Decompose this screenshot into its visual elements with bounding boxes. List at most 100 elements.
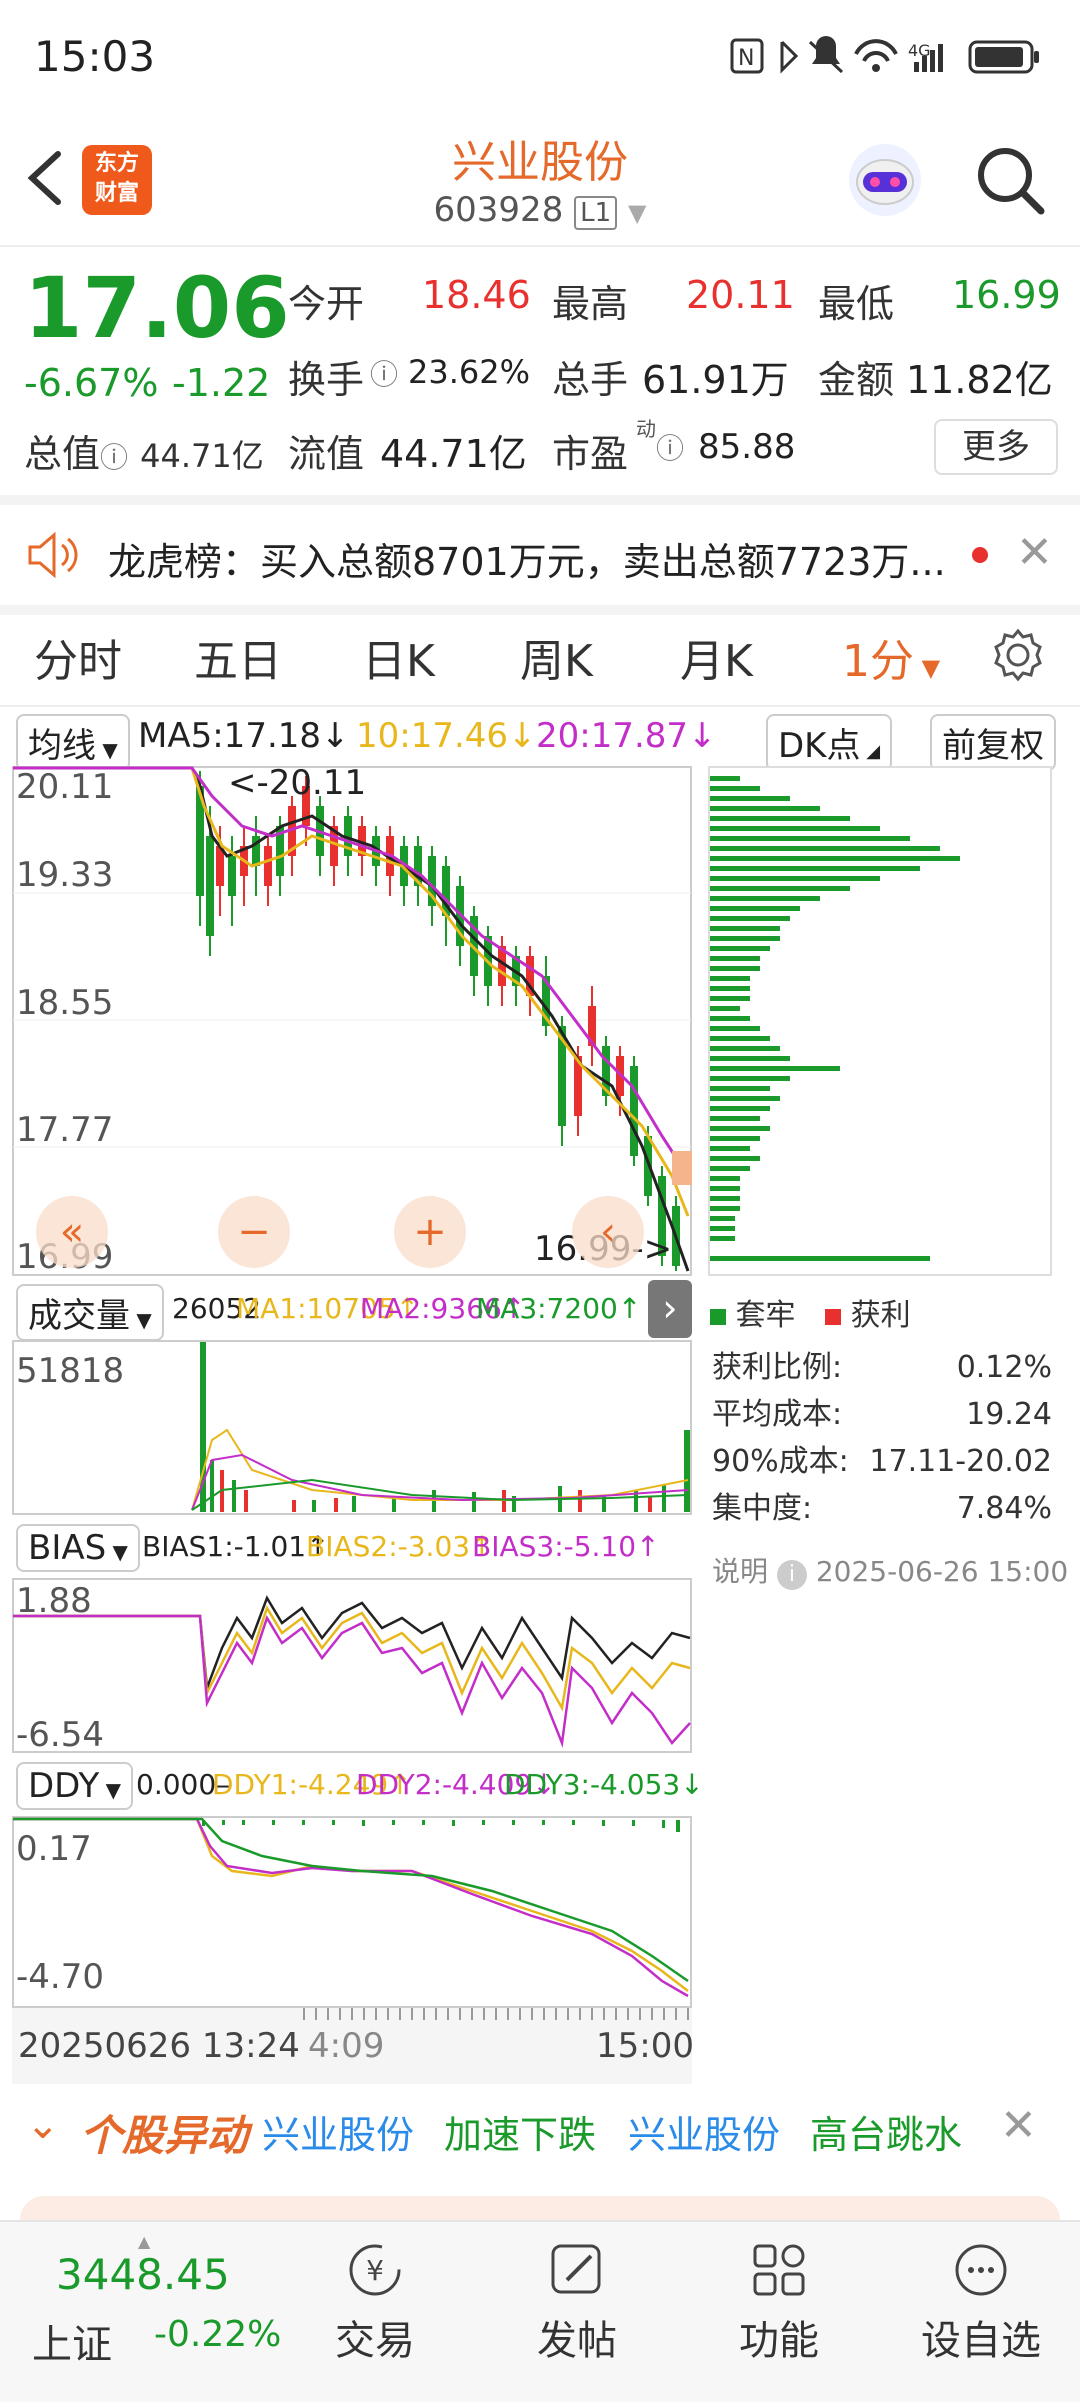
index-ticker[interactable]: ▲ 3448.45 上证 -0.22% bbox=[20, 2232, 290, 2382]
time-axis: 20250626 13:24 4:09 15:00 bbox=[12, 2008, 694, 2084]
nav-trade[interactable]: ¥ 交易 bbox=[300, 2240, 450, 2366]
info-icon: ⓘ bbox=[656, 432, 685, 465]
dk-point-selector[interactable]: DK点 ◢ bbox=[766, 714, 893, 771]
market-cap-label[interactable]: 总值ⓘ 44.71亿 bbox=[24, 423, 264, 478]
index-change: -0.22% bbox=[154, 2314, 282, 2355]
bias-bottom-label: -6.54 bbox=[16, 1715, 104, 1753]
change-abs: -1.22 bbox=[172, 361, 271, 405]
stock-code-selector[interactable]: 603928 L1 ▼ bbox=[340, 190, 740, 230]
compose-icon bbox=[551, 2244, 601, 2294]
ma-selector[interactable]: 均线 ▼ bbox=[16, 714, 130, 771]
caret-down-icon: ▼ bbox=[627, 199, 647, 227]
chip-distribution-chart[interactable] bbox=[708, 766, 1052, 1276]
zoom-in-button[interactable]: + bbox=[394, 1196, 466, 1268]
bias3-value: BIAS3:-5.10↑ bbox=[472, 1530, 660, 1563]
market-cap-value: 44.71亿 bbox=[140, 437, 264, 475]
last-price: 17.06 bbox=[24, 259, 290, 357]
ddy3-value: DDY3:-4.053↓ bbox=[504, 1768, 704, 1801]
notice-bar[interactable]: 龙虎榜：买入总额8701万元，卖出总额7723万... ✕ bbox=[0, 495, 1080, 615]
period-tabs: 分时 五日 日K 周K 月K 1分 ▼ bbox=[0, 605, 1080, 707]
ddy-selector[interactable]: DDY ▼ bbox=[16, 1762, 134, 1810]
search-button[interactable] bbox=[975, 145, 1045, 215]
scroll-left-button[interactable]: ‹ bbox=[572, 1196, 644, 1268]
pe-label: 市盈 bbox=[552, 432, 629, 476]
bias1-value: BIAS1:-1.01↑ bbox=[142, 1530, 330, 1563]
speaker-icon bbox=[28, 531, 78, 579]
high-value: 20.11 bbox=[686, 273, 795, 317]
ddy-bottom-label: -4.70 bbox=[16, 1957, 104, 1997]
ddy-top-label: 0.17 bbox=[16, 1829, 92, 1869]
back-button[interactable] bbox=[20, 148, 70, 208]
nav-add-watchlist[interactable]: 设自选 bbox=[906, 2240, 1056, 2366]
ma20-value: 20:17.87↓ bbox=[536, 716, 717, 756]
time-end: 15:00 bbox=[596, 2026, 694, 2066]
tab-five-day[interactable]: 五日 bbox=[194, 625, 282, 689]
nav-post[interactable]: 发帖 bbox=[502, 2240, 652, 2366]
bias-top-label: 1.88 bbox=[16, 1581, 92, 1621]
nav-bar: 东方 财富 兴业股份 603928 L1 ▼ bbox=[0, 110, 1080, 247]
tab-monthly-k[interactable]: 月K bbox=[680, 625, 753, 689]
status-icons: N 4G bbox=[730, 34, 1050, 80]
chip-legend: 套牢 获利 bbox=[710, 1290, 911, 1334]
app-logo: 东方 财富 bbox=[82, 145, 152, 215]
tab-intraday[interactable]: 分时 bbox=[34, 625, 122, 689]
chip-note[interactable]: 说明 i 2025-06-26 15:00 bbox=[712, 1550, 1068, 1590]
high-marker: <-20.11 bbox=[228, 766, 366, 803]
alert-stock-1[interactable]: 兴业股份 bbox=[262, 2104, 414, 2159]
trade-icon: ¥ bbox=[349, 2244, 401, 2296]
high-label: 最高 bbox=[552, 282, 629, 326]
y-label-top: 20.11 bbox=[16, 767, 113, 807]
vol-ma3: MA3:7200↑ bbox=[476, 1292, 642, 1325]
pe-dynamic-sup: 动 bbox=[636, 417, 656, 441]
more-button[interactable]: 更多 bbox=[934, 419, 1058, 475]
status-bar: 15:03 N 4G bbox=[0, 0, 1080, 110]
close-icon[interactable]: ✕ bbox=[1000, 2100, 1037, 2151]
open-value: 18.46 bbox=[422, 273, 531, 317]
bias2-value: BIAS2:-3.03↑ bbox=[306, 1530, 494, 1563]
settings-gear-icon[interactable] bbox=[990, 627, 1046, 683]
info-icon: ⓘ bbox=[370, 358, 399, 391]
low-label: 最低 bbox=[818, 282, 895, 326]
chip-stats-table: 获利比例: 0.12% 平均成本: 19.24 90%成本: 17.11-20.02 … bbox=[712, 1350, 1052, 1526]
tab-weekly-k[interactable]: 周K bbox=[520, 625, 593, 689]
low-value: 16.99 bbox=[952, 273, 1061, 317]
notice-text: 龙虎榜：买入总额8701万元，卖出总额7723万... bbox=[108, 540, 946, 584]
pe-value: 85.88 bbox=[698, 427, 796, 467]
adjust-forward-button[interactable]: 前复权 bbox=[930, 714, 1056, 771]
zoom-out-button[interactable]: − bbox=[218, 1196, 290, 1268]
nav-functions[interactable]: 功能 bbox=[704, 2240, 854, 2366]
b-signal-marker bbox=[672, 1151, 692, 1185]
volume-selector[interactable]: 成交量 ▼ bbox=[16, 1284, 164, 1341]
turnover-label: 换手 bbox=[288, 358, 365, 402]
status-time: 15:03 bbox=[34, 32, 156, 81]
volume-chart[interactable]: 51818 bbox=[12, 1340, 692, 1515]
open-label: 今开 bbox=[288, 282, 365, 326]
tab-1min[interactable]: 1分 ▼ bbox=[842, 625, 940, 689]
y-label-3: 18.55 bbox=[16, 983, 113, 1023]
alert-bar[interactable]: ⌄ 个股异动 兴业股份 加速下跌 兴业股份 高台跳水 ✕ bbox=[0, 2090, 1080, 2170]
bias-chart[interactable]: 1.88 -6.54 bbox=[12, 1578, 692, 1753]
index-value: 3448.45 bbox=[56, 2250, 230, 2299]
alert-event-1: 加速下跌 bbox=[444, 2113, 597, 2157]
robot-assistant-icon[interactable] bbox=[845, 140, 925, 220]
bottom-nav: ▲ 3448.45 上证 -0.22% ¥ 交易 发帖 功能 设自选 bbox=[0, 2220, 1080, 2402]
more-dots-icon bbox=[955, 2244, 1007, 2296]
time-start: 20250626 13:24 bbox=[18, 2026, 300, 2066]
float-label: 流值 bbox=[288, 432, 365, 476]
time-mid: 4:09 bbox=[308, 2026, 385, 2066]
tab-daily-k[interactable]: 日K bbox=[362, 625, 435, 689]
svg-text:4G: 4G bbox=[908, 41, 931, 60]
collapse-panel-button[interactable]: › bbox=[648, 1280, 692, 1338]
page-title: 兴业股份 bbox=[452, 137, 628, 188]
scroll-left-fast-button[interactable]: « bbox=[36, 1196, 108, 1268]
y-label-4: 17.77 bbox=[16, 1110, 113, 1150]
alert-stock-2[interactable]: 兴业股份 bbox=[628, 2104, 780, 2159]
close-icon[interactable]: ✕ bbox=[1016, 527, 1053, 578]
bias-selector[interactable]: BIAS ▼ bbox=[16, 1524, 140, 1572]
info-icon: i bbox=[776, 1560, 807, 1590]
ddy-chart[interactable]: 0.17 -4.70 bbox=[12, 1816, 692, 2008]
ma10-value: 10:17.46↓ bbox=[356, 716, 537, 756]
ma5-value: MA5:17.18↓ bbox=[138, 716, 350, 756]
caret-down-icon: ▼ bbox=[914, 654, 941, 682]
volume-max-label: 51818 bbox=[16, 1351, 124, 1391]
